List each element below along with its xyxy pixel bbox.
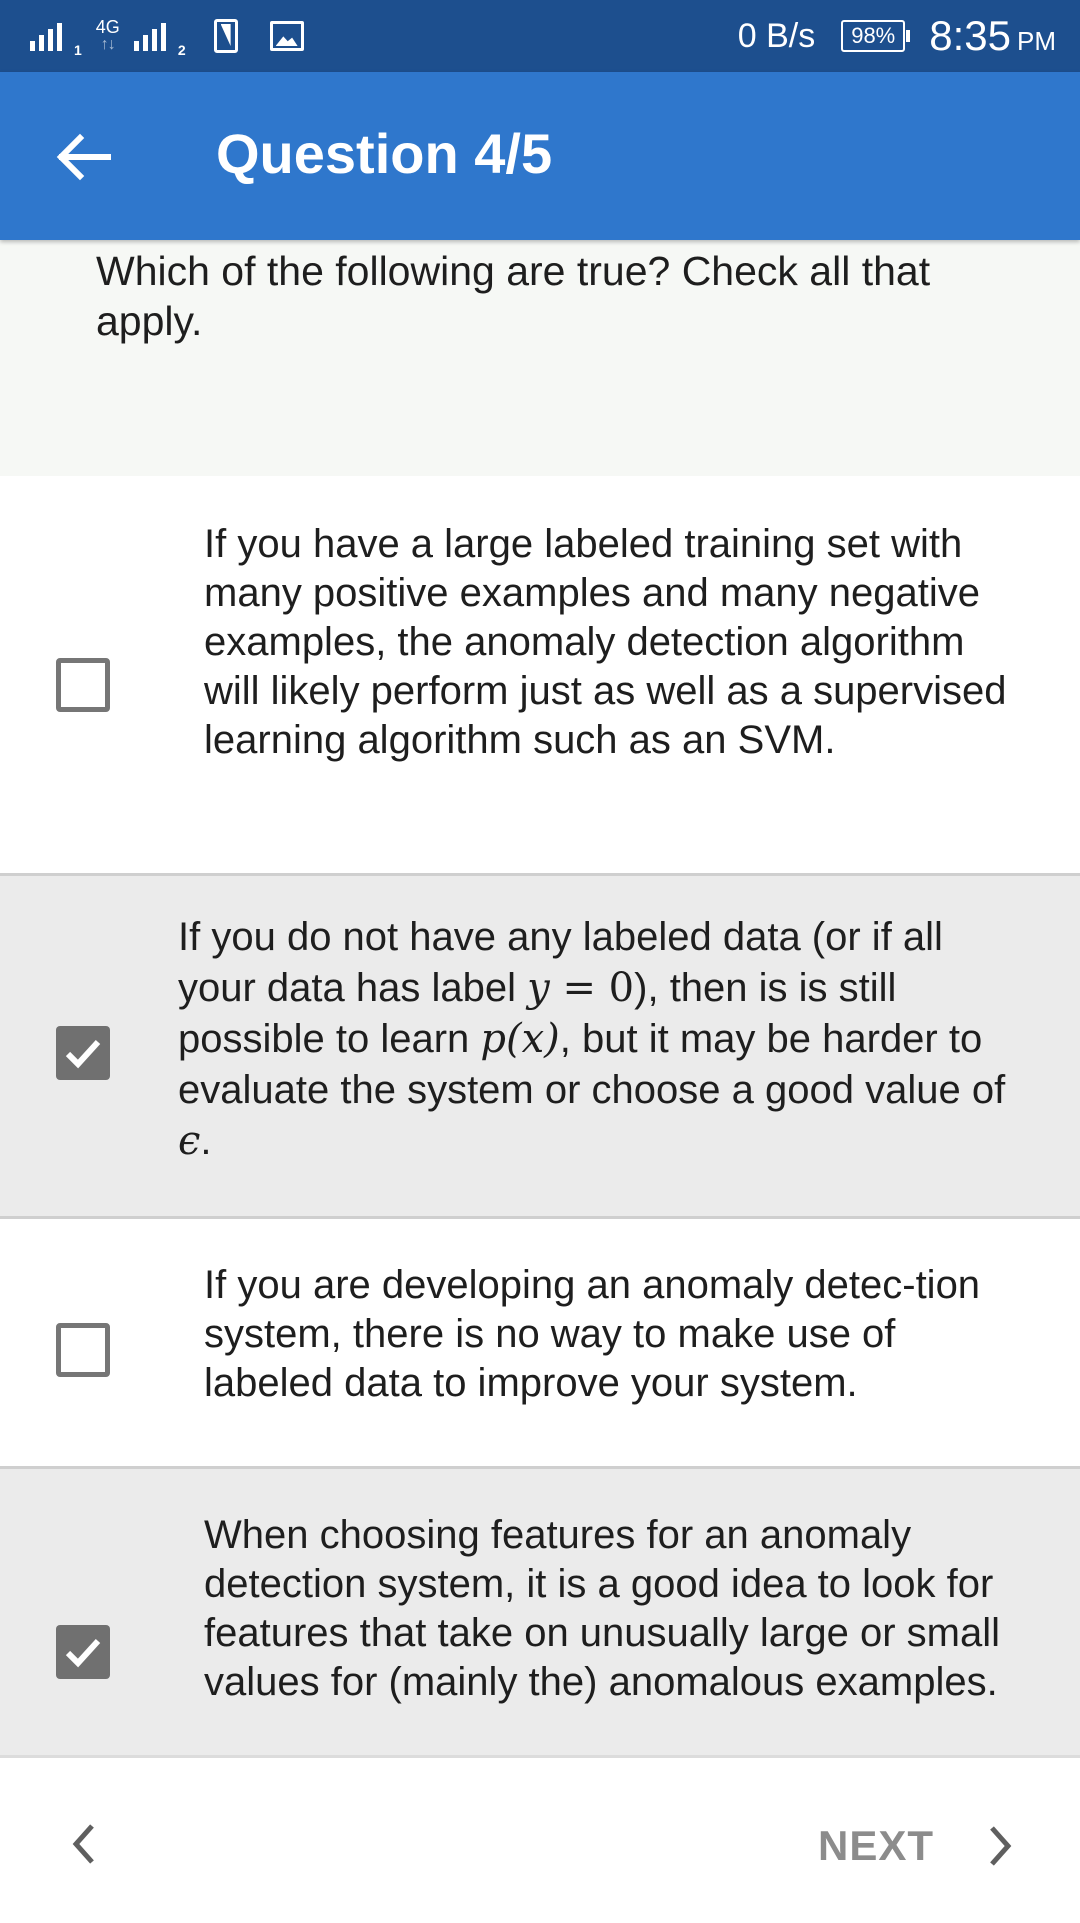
checkmark-icon [65, 1039, 101, 1069]
option-4-text: When choosing features for an anomaly de… [204, 1513, 1000, 1704]
math-y: y [527, 965, 550, 1011]
battery-level: 98% [851, 23, 896, 48]
option-4[interactable]: When choosing features for an anomaly de… [0, 1469, 1080, 1769]
option-1[interactable]: If you have a large labeled training set… [0, 476, 1080, 876]
option-2-text-end: . [200, 1119, 212, 1163]
sim2-label: 2 [177, 42, 186, 58]
question-text: Which of the following are true? Check a… [96, 248, 931, 344]
status-bar: 1 4G ↑↓ 2 0 B/s 98% 8:35 PM [0, 0, 1080, 72]
option-3-text: If you are developing an anomaly detec-t… [204, 1263, 981, 1405]
network-speed: 0 B/s [737, 16, 816, 55]
checkbox-unchecked-icon[interactable] [56, 658, 110, 712]
back-button[interactable] [50, 124, 116, 190]
page-title: Question 4/5 [216, 122, 553, 185]
sd-card-icon [213, 19, 238, 53]
chevron-right-icon [990, 1826, 1012, 1866]
option-2[interactable]: If you do not have any labeled data (or … [0, 876, 1080, 1219]
checkmark-icon [65, 1638, 101, 1668]
signal-sim2-icon [133, 21, 166, 51]
battery-icon: 98% [841, 20, 911, 52]
app-bar: Question 4/5 [0, 72, 1080, 240]
status-icons-right: 0 B/s 98% 8:35 PM [738, 10, 1056, 62]
clock-time: 8:35 [929, 12, 1011, 59]
question-panel: Which of the following are true? Check a… [0, 240, 1080, 479]
sim1-label: 1 [74, 42, 82, 58]
option-2-text: If you do not have any labeled data (or … [178, 912, 1018, 1167]
next-button[interactable]: NEXT [800, 1798, 1040, 1888]
math-epsilon: ϵ [178, 1118, 201, 1164]
checkbox-checked-icon[interactable] [56, 1625, 110, 1679]
signal-sim1-icon [30, 21, 62, 51]
data-arrows-icon: ↑↓ [100, 36, 116, 53]
status-icons-left: 1 4G ↑↓ 2 [30, 14, 304, 58]
network-type-icon: 4G ↑↓ [96, 18, 120, 54]
image-notification-icon [269, 21, 304, 51]
math-px: p(x) [480, 1016, 560, 1062]
previous-button[interactable] [60, 1814, 110, 1874]
option-3[interactable]: If you are developing an anomaly detec-t… [0, 1219, 1080, 1469]
network-type-label: 4G [95, 17, 120, 37]
checkbox-checked-icon[interactable] [56, 1026, 110, 1080]
checkbox-unchecked-icon[interactable] [56, 1323, 110, 1377]
clock-ampm: PM [1017, 25, 1056, 56]
option-1-text: If you have a large labeled training set… [204, 522, 1007, 762]
arrow-left-icon [56, 133, 111, 181]
chevron-left-icon [72, 1824, 94, 1864]
math-equals-zero: = 0 [549, 965, 635, 1011]
bottom-navigation: NEXT [0, 1755, 1080, 1923]
next-label: NEXT [818, 1822, 935, 1869]
